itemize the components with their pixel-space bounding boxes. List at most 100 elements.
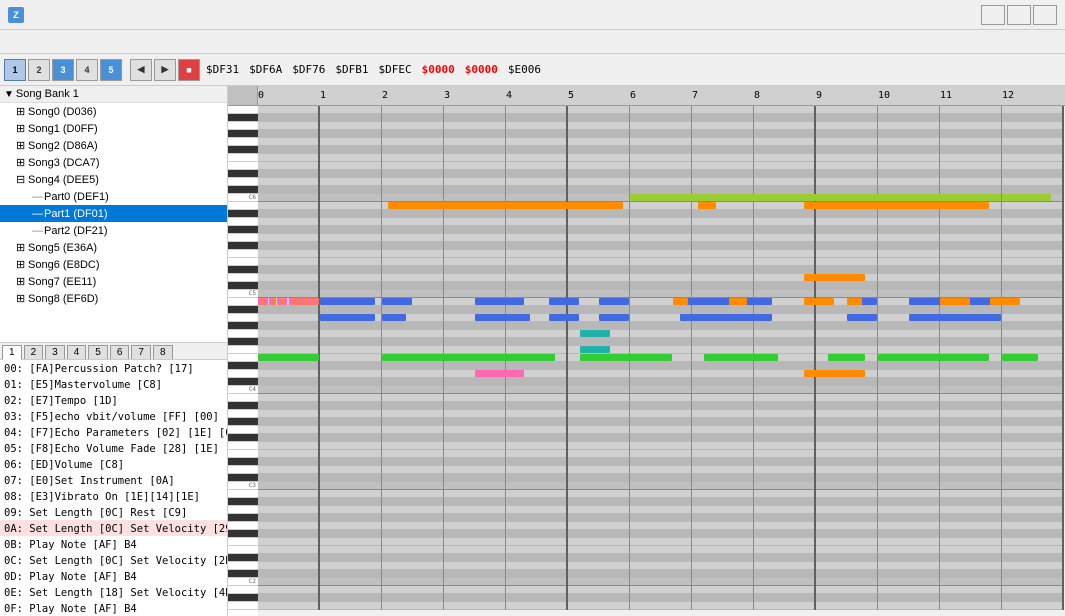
event-row[interactable]: 04: [F7]Echo Parameters [02] [1E] [02] — [0, 424, 227, 440]
tree-item-song4[interactable]: ⊟ Song4 (DEE5) — [0, 171, 227, 188]
piano-key-G4[interactable] — [228, 330, 258, 338]
note-block[interactable] — [990, 298, 1020, 305]
piano-key-Gs6[interactable] — [228, 130, 258, 138]
tab-4[interactable]: 4 — [67, 345, 87, 359]
piano-key-A6[interactable] — [228, 122, 258, 130]
piano-key-Gs5[interactable] — [228, 226, 258, 234]
piano-key-Ds3[interactable] — [228, 458, 258, 466]
piano-key-D2[interactable] — [228, 562, 258, 570]
piano-key-B2[interactable] — [228, 490, 258, 498]
menu-file[interactable] — [4, 40, 20, 44]
note-block[interactable] — [314, 298, 318, 305]
piano-key-B3[interactable] — [228, 394, 258, 402]
tab-3[interactable]: 3 — [45, 345, 65, 359]
note-block[interactable] — [289, 298, 293, 305]
piano-key-E6[interactable] — [228, 162, 258, 170]
piano-key-E3[interactable] — [228, 450, 258, 458]
event-row[interactable]: 0B: Play Note [AF] B4 — [0, 536, 227, 552]
piano-key-As5[interactable] — [228, 210, 258, 218]
event-row[interactable]: 02: [E7]Tempo [1D] — [0, 392, 227, 408]
note-block[interactable] — [475, 298, 524, 305]
event-list[interactable]: 00: [FA]Percussion Patch? [17]01: [E5]Ma… — [0, 360, 227, 616]
tool-next[interactable]: ▶ — [154, 59, 176, 81]
note-block[interactable] — [847, 298, 862, 305]
piano-key-G6[interactable] — [228, 138, 258, 146]
tool-button-2[interactable]: 2 — [28, 59, 50, 81]
note-block[interactable] — [382, 314, 406, 321]
note-block[interactable] — [320, 298, 375, 305]
piano-key-D3[interactable] — [228, 466, 258, 474]
note-block[interactable] — [308, 298, 312, 305]
note-block[interactable] — [673, 298, 688, 305]
tab-2[interactable]: 2 — [24, 345, 44, 359]
note-block[interactable] — [804, 298, 834, 305]
note-block[interactable] — [382, 298, 412, 305]
piano-key-B4[interactable] — [228, 298, 258, 306]
tree-item-part2[interactable]: — Part2 (DF21) — [0, 222, 227, 239]
note-block[interactable] — [277, 298, 281, 305]
note-block[interactable] — [940, 298, 970, 305]
event-row[interactable]: 06: [ED]Volume [C8] — [0, 456, 227, 472]
piano-key-C5[interactable]: C5 — [228, 290, 258, 298]
tab-1[interactable]: 1 — [2, 345, 22, 360]
note-block[interactable] — [680, 298, 772, 305]
note-block[interactable] — [729, 298, 747, 305]
note-block[interactable] — [264, 298, 268, 305]
piano-key-A5[interactable] — [228, 218, 258, 226]
piano-key-A2[interactable] — [228, 506, 258, 514]
note-block[interactable] — [475, 370, 524, 377]
piano-key-Cs4[interactable] — [228, 378, 258, 386]
piano-key-B1[interactable] — [228, 586, 258, 594]
event-row[interactable]: 03: [F5]echo vbit/volume [FF] [00] [00] — [0, 408, 227, 424]
piano-key-As6[interactable] — [228, 114, 258, 122]
note-block[interactable] — [475, 314, 530, 321]
tool-button-1[interactable]: 1 — [4, 59, 26, 81]
tree-item-song1[interactable]: ⊞ Song1 (D0FF) — [0, 120, 227, 137]
tree-item-song5[interactable]: ⊞ Song5 (E36A) — [0, 239, 227, 256]
piano-key-A3[interactable] — [228, 410, 258, 418]
note-block[interactable] — [599, 314, 629, 321]
event-row[interactable]: 0E: Set Length [18] Set Velocity [4B] — [0, 584, 227, 600]
piano-key-Cs2[interactable] — [228, 570, 258, 578]
event-row[interactable]: 09: Set Length [0C] Rest [C9] — [0, 504, 227, 520]
piano-key-As2[interactable] — [228, 498, 258, 506]
piano-key-F2[interactable] — [228, 538, 258, 546]
piano-grid-container[interactable] — [258, 106, 1065, 616]
note-block[interactable] — [295, 298, 299, 305]
note-block[interactable] — [388, 202, 623, 209]
piano-key-Fs5[interactable] — [228, 242, 258, 250]
piano-key-B5[interactable] — [228, 202, 258, 210]
tree-item-part0[interactable]: — Part0 (DEF1) — [0, 188, 227, 205]
event-row[interactable]: 0F: Play Note [AF] B4 — [0, 600, 227, 616]
piano-key-C4[interactable]: C4 — [228, 386, 258, 394]
note-block[interactable] — [270, 298, 274, 305]
piano-key-G3[interactable] — [228, 426, 258, 434]
piano-key-Cs6[interactable] — [228, 186, 258, 194]
tree-item-song0[interactable]: ⊞ Song0 (D036) — [0, 103, 227, 120]
piano-key-As3[interactable] — [228, 402, 258, 410]
piano-key-Ds6[interactable] — [228, 170, 258, 178]
piano-key-B6[interactable] — [228, 106, 258, 114]
tree-item-song2[interactable]: ⊞ Song2 (D86A) — [0, 137, 227, 154]
note-block[interactable] — [698, 202, 716, 209]
piano-key-D6[interactable] — [228, 178, 258, 186]
piano-key-F5[interactable] — [228, 250, 258, 258]
piano-key-Fs2[interactable] — [228, 530, 258, 538]
piano-key-Gs4[interactable] — [228, 322, 258, 330]
piano-key-Ds4[interactable] — [228, 362, 258, 370]
note-block[interactable] — [1002, 194, 1051, 201]
piano-key-Cs3[interactable] — [228, 474, 258, 482]
close-button[interactable] — [1033, 5, 1057, 25]
piano-key-Fs4[interactable] — [228, 338, 258, 346]
tab-7[interactable]: 7 — [131, 345, 151, 359]
piano-key-A4[interactable] — [228, 314, 258, 322]
tool-stop[interactable]: ■ — [178, 59, 200, 81]
event-row[interactable]: 0C: Set Length [0C] Set Velocity [2B] — [0, 552, 227, 568]
event-row[interactable]: 00: [FA]Percussion Patch? [17] — [0, 360, 227, 376]
note-block[interactable] — [283, 298, 287, 305]
tool-prev[interactable]: ◀ — [130, 59, 152, 81]
note-block[interactable] — [301, 298, 305, 305]
event-row[interactable]: 08: [E3]Vibrato On [1E][14][1E] — [0, 488, 227, 504]
note-block[interactable] — [320, 314, 375, 321]
piano-key-Cs5[interactable] — [228, 282, 258, 290]
